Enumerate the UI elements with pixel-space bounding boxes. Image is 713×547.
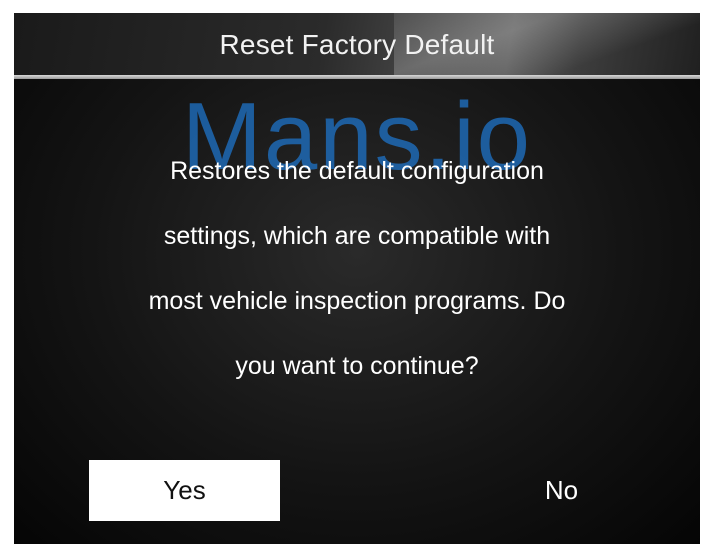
device-screen: Reset Factory Default Mans.io Restores t… xyxy=(14,13,700,544)
dialog-message: Restores the default configuration setti… xyxy=(54,139,660,399)
message-line: you want to continue? xyxy=(235,352,479,380)
yes-button[interactable]: Yes xyxy=(89,460,280,521)
no-button[interactable]: No xyxy=(466,460,657,521)
title-bar: Reset Factory Default xyxy=(14,13,700,75)
message-line: settings, which are compatible with xyxy=(163,222,551,250)
message-line: most vehicle inspection programs. Do xyxy=(148,287,566,315)
page-title: Reset Factory Default xyxy=(219,29,495,60)
message-line: Restores the default configuration xyxy=(170,157,544,185)
